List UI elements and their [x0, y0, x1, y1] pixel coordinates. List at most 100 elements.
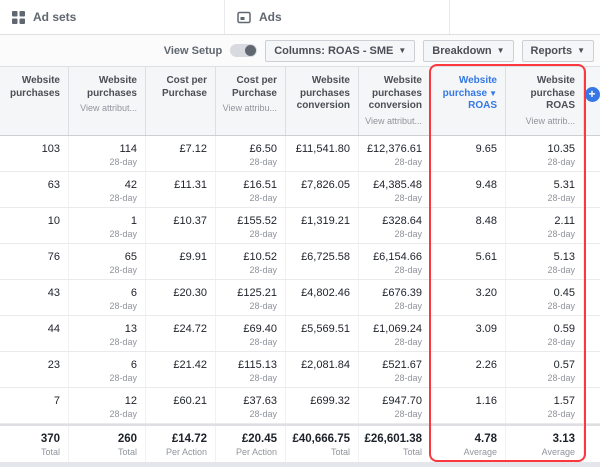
cell-attribution-window: 28-day	[218, 265, 277, 275]
table-cell: 11428-day	[68, 136, 145, 171]
cell-attribution-window: 28-day	[361, 409, 422, 419]
cell-value: £16.51	[218, 179, 277, 191]
table-cell: £125.2128-day	[215, 280, 285, 315]
table-row: 44 1328-day £24.72 £69.4028-day £5,569.5…	[0, 316, 600, 352]
table-cell: 9.65	[430, 136, 505, 171]
footer-cell: £14.72Per Action	[145, 426, 215, 463]
column-header-purchase-roas-sorted[interactable]: Website purchase▼ ROAS	[430, 67, 505, 135]
attribution-link[interactable]: View attrib...	[509, 116, 575, 127]
tab-ad-sets-label: Ad sets	[33, 10, 76, 24]
table-row: 43 628-day £20.30 £125.2128-day £4,802.4…	[0, 280, 600, 316]
footer-cell: 4.78Average	[430, 426, 505, 463]
attribution-link[interactable]: View attribut...	[362, 116, 422, 127]
table-row: 10 128-day £10.37 £155.5228-day £1,319.2…	[0, 208, 600, 244]
table-cell: 0.57 28-day	[505, 352, 583, 387]
cell-value: 63	[2, 179, 60, 191]
table-cell: 628-day	[68, 280, 145, 315]
cell-value: £7,826.05	[288, 179, 350, 191]
breakdown-dropdown[interactable]: Breakdown ▼	[423, 40, 513, 62]
table-cell: 23	[0, 352, 68, 387]
cell-attribution-window: 28-day	[508, 157, 575, 167]
cell-value: 5.61	[433, 251, 497, 263]
cell-value: 10.35	[508, 143, 575, 155]
cell-value: £24.72	[148, 323, 207, 335]
column-header-purchases-conversion[interactable]: Website purchases conversion	[285, 67, 358, 135]
cell-value: £1,069.24	[361, 323, 422, 335]
table-cell: £1,069.24 28-day	[358, 316, 430, 351]
column-header-cost-per-purchase-attr[interactable]: Cost per Purchase View attribu...	[215, 67, 285, 135]
cell-value: 103	[2, 143, 60, 155]
attribution-link[interactable]: View attribut...	[72, 103, 137, 114]
cell-value: 0.59	[508, 323, 575, 335]
column-header-website-purchases[interactable]: Website purchases	[0, 67, 68, 135]
table-cell: 8.48	[430, 208, 505, 243]
column-header-website-purchases-attr[interactable]: Website purchases View attribut...	[68, 67, 145, 135]
cell-attribution-window: 28-day	[71, 193, 137, 203]
table-cell: £6.5028-day	[215, 136, 285, 171]
cell-value: £9.91	[148, 251, 207, 263]
add-column-button[interactable]: +	[585, 87, 600, 102]
cell-attribution-window: 28-day	[361, 373, 422, 383]
cell-attribution-window: 28-day	[508, 337, 575, 347]
cell-attribution-window: 28-day	[361, 337, 422, 347]
columns-dropdown[interactable]: Columns: ROAS - SME ▼	[265, 40, 415, 62]
table-cell: £11,541.80	[285, 136, 358, 171]
add-column-cell: +	[583, 67, 600, 135]
cell-value: £21.42	[148, 359, 207, 371]
view-setup-toggle[interactable]	[230, 44, 257, 57]
table-cell: 1.5728-day	[505, 388, 583, 423]
cell-attribution-window: 28-day	[361, 301, 422, 311]
table-cell: £60.21	[145, 388, 215, 423]
tab-bar: Ad sets Ads	[0, 0, 600, 35]
cell-value: £69.40	[218, 323, 277, 335]
table-cell: £521.6728-day	[358, 352, 430, 387]
cell-value: 0.45	[508, 287, 575, 299]
tab-ads[interactable]: Ads	[225, 0, 450, 34]
table-cell: 128-day	[68, 208, 145, 243]
tab-ads-label: Ads	[259, 10, 282, 24]
toggle-knob	[245, 45, 256, 56]
table-cell-filler	[583, 316, 600, 351]
table-cell: £5,569.51	[285, 316, 358, 351]
column-header-cost-per-purchase[interactable]: Cost per Purchase	[145, 67, 215, 135]
cell-value: 1	[71, 215, 137, 227]
table-cell: 103	[0, 136, 68, 171]
horizontal-scrollbar[interactable]	[0, 462, 600, 467]
cell-value: 6	[71, 359, 137, 371]
table-cell: £1,319.21	[285, 208, 358, 243]
reports-dropdown-label: Reports	[531, 45, 573, 57]
cell-value: 0.57	[508, 359, 575, 371]
cell-attribution-window: 28-day	[71, 409, 137, 419]
cell-value: £10.52	[218, 251, 277, 263]
cell-attribution-window: 28-day	[508, 373, 575, 383]
cell-attribution-window: 28-day	[71, 301, 137, 311]
cell-attribution-window: 28-day	[71, 265, 137, 275]
cell-value: 42	[71, 179, 137, 191]
column-header-purchases-conversion-attr[interactable]: Website purchases conversion View attrib…	[358, 67, 430, 135]
cell-value: £20.30	[148, 287, 207, 299]
cell-value: £37.63	[218, 395, 277, 407]
table-cell: £69.4028-day	[215, 316, 285, 351]
cell-value: £60.21	[148, 395, 207, 407]
cell-value: £11,541.80	[288, 143, 350, 155]
table-cell: 10	[0, 208, 68, 243]
table-cell: 6528-day	[68, 244, 145, 279]
table-cell: £6,725.58	[285, 244, 358, 279]
table-cell: 1328-day	[68, 316, 145, 351]
cell-value: 114	[71, 143, 137, 155]
table-cell-filler	[583, 388, 600, 423]
cell-attribution-window: 28-day	[218, 409, 277, 419]
tab-ad-sets[interactable]: Ad sets	[0, 0, 225, 34]
table-cell-filler	[583, 172, 600, 207]
attribution-link[interactable]: View attribu...	[219, 103, 277, 114]
table-cell: 9.48	[430, 172, 505, 207]
table-cell: 10.35 28-day	[505, 136, 583, 171]
column-header-purchase-roas-attr[interactable]: Website purchase ROAS View attrib...	[505, 67, 583, 135]
table-cell: £699.32	[285, 388, 358, 423]
cell-value: 9.65	[433, 143, 497, 155]
reports-dropdown[interactable]: Reports ▼	[522, 40, 594, 62]
cell-attribution-window: 28-day	[508, 229, 575, 239]
cell-attribution-window: 28-day	[508, 265, 575, 275]
table-cell: 0.59 28-day	[505, 316, 583, 351]
table-cell-filler	[583, 280, 600, 315]
